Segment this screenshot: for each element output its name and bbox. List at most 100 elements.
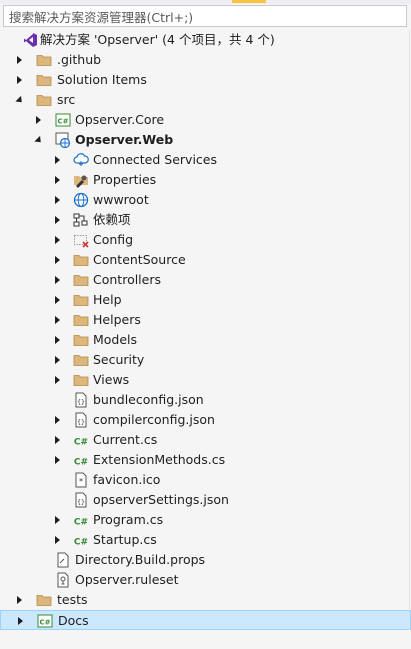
tree-item[interactable]: C# Docs <box>0 610 411 630</box>
tree-item-label: bundleconfig.json <box>93 392 204 407</box>
chevron-right-icon[interactable] <box>34 115 43 124</box>
excluded-folder-icon <box>73 232 89 248</box>
folder-icon <box>73 352 89 368</box>
search-placeholder: 搜索解决方案资源管理器(Ctrl+;) <box>9 9 194 25</box>
tree-item[interactable]: C# Current.cs <box>0 430 411 450</box>
tree-item[interactable]: Properties <box>0 170 411 190</box>
folder-icon <box>73 252 89 268</box>
chevron-right-icon[interactable] <box>53 195 62 204</box>
tree-item-label: Solution Items <box>57 72 147 87</box>
chevron-right-icon[interactable] <box>53 335 62 344</box>
tree-item[interactable]: Helpers <box>0 310 411 330</box>
web-project-icon <box>55 132 71 149</box>
svg-text:C#: C# <box>57 118 68 126</box>
folder-icon <box>73 292 89 308</box>
svg-text:*: * <box>79 477 83 486</box>
chevron-right-icon[interactable] <box>53 415 62 424</box>
chevron-down-icon[interactable] <box>14 95 25 106</box>
tree-item[interactable]: Opserver.ruleset <box>0 570 411 590</box>
tree-item[interactable]: Opserver.Web <box>0 130 411 150</box>
tree-item-label: Security <box>93 352 145 367</box>
chevron-right-icon[interactable] <box>53 375 62 384</box>
json-file-icon: {} <box>73 492 89 508</box>
chevron-right-icon[interactable] <box>53 215 62 224</box>
chevron-right-icon[interactable] <box>53 275 62 284</box>
tree-item[interactable]: Help <box>0 290 411 310</box>
tree-item[interactable]: Models <box>0 330 411 350</box>
svg-text:{}: {} <box>77 418 85 426</box>
tree-item-label: Helpers <box>93 312 141 327</box>
csharp-file-icon: C# <box>73 532 89 548</box>
vs-solution-icon <box>22 32 38 48</box>
tree-item-label: Controllers <box>93 272 161 287</box>
tree-item-label: src <box>57 92 76 107</box>
tree-item[interactable]: Config <box>0 230 411 250</box>
folder-icon <box>73 372 89 388</box>
search-input[interactable]: 搜索解决方案资源管理器(Ctrl+;) <box>3 5 407 27</box>
tree-item-label: Docs <box>58 613 89 628</box>
ico-file-icon: * <box>73 472 89 488</box>
properties-icon <box>73 172 89 188</box>
tree-item[interactable]: {} compilerconfig.json <box>0 410 411 430</box>
csharp-file-icon: C# <box>73 512 89 528</box>
tree-item[interactable]: tests <box>0 590 411 610</box>
tree-item-label: Opserver.Core <box>75 112 165 127</box>
tree-item[interactable]: .github <box>0 50 411 70</box>
svg-text:C#: C# <box>74 518 88 528</box>
tree-item[interactable]: C# Opserver.Core <box>0 110 411 130</box>
svg-text:C#: C# <box>39 619 50 627</box>
chevron-right-icon[interactable] <box>53 235 62 244</box>
chevron-right-icon[interactable] <box>15 595 24 604</box>
tree-item[interactable]: ContentSource <box>0 250 411 270</box>
chevron-right-icon[interactable] <box>53 355 62 364</box>
tree-item[interactable]: wwwroot <box>0 190 411 210</box>
tree-item[interactable]: Connected Services <box>0 150 411 170</box>
tree-item[interactable]: C# ExtensionMethods.cs <box>0 450 411 470</box>
tree-item-label: Config <box>93 232 134 247</box>
scroll-edge <box>409 30 410 630</box>
tree-item-label: Opserver.ruleset <box>75 572 179 587</box>
tree-item[interactable]: 解决方案 'Opserver' (4 个项目，共 4 个) <box>0 30 411 50</box>
tree-item-label: Startup.cs <box>93 532 157 547</box>
chevron-right-icon[interactable] <box>53 535 62 544</box>
tree-item[interactable]: {} opserverSettings.json <box>0 490 411 510</box>
tree-item-label: ExtensionMethods.cs <box>93 452 226 467</box>
tree-item[interactable]: Solution Items <box>0 70 411 90</box>
chevron-right-icon[interactable] <box>53 455 62 464</box>
tree-item-label: Help <box>93 292 122 307</box>
tree-item[interactable]: C# Program.cs <box>0 510 411 530</box>
svg-text:C#: C# <box>74 538 88 548</box>
chevron-right-icon[interactable] <box>53 295 62 304</box>
props-file-icon <box>55 552 71 568</box>
json-file-icon: {} <box>73 392 89 408</box>
chevron-right-icon[interactable] <box>53 255 62 264</box>
folder-icon <box>36 592 52 608</box>
globe-icon <box>73 192 89 208</box>
chevron-right-icon[interactable] <box>53 315 62 324</box>
tree-item[interactable]: Views <box>0 370 411 390</box>
chevron-right-icon[interactable] <box>53 155 62 164</box>
chevron-right-icon[interactable] <box>15 75 24 84</box>
tree-item-label: Properties <box>93 172 157 187</box>
chevron-right-icon[interactable] <box>53 515 62 524</box>
tree-item[interactable]: {} bundleconfig.json <box>0 390 411 410</box>
chevron-right-icon[interactable] <box>53 175 62 184</box>
chevron-right-icon[interactable] <box>15 55 24 64</box>
tree-item-label: ContentSource <box>93 252 186 267</box>
chevron-down-icon[interactable] <box>33 135 44 146</box>
svg-text:{}: {} <box>77 498 85 506</box>
chevron-right-icon[interactable] <box>53 435 62 444</box>
tree-item[interactable]: Controllers <box>0 270 411 290</box>
tree-item[interactable]: Directory.Build.props <box>0 550 411 570</box>
tree-item-label: wwwroot <box>93 192 149 207</box>
tree-item[interactable]: C# Startup.cs <box>0 530 411 550</box>
ruleset-file-icon <box>55 572 71 588</box>
tree-item[interactable]: Security <box>0 350 411 370</box>
json-file-icon: {} <box>73 412 89 428</box>
tree-item[interactable]: 依赖项 <box>0 210 411 230</box>
csharp-project-icon: C# <box>55 112 71 128</box>
tree-item[interactable]: src <box>0 90 411 110</box>
chevron-right-icon[interactable] <box>16 616 25 625</box>
tree-item[interactable]: * favicon.ico <box>0 470 411 490</box>
svg-text:C#: C# <box>74 458 88 468</box>
